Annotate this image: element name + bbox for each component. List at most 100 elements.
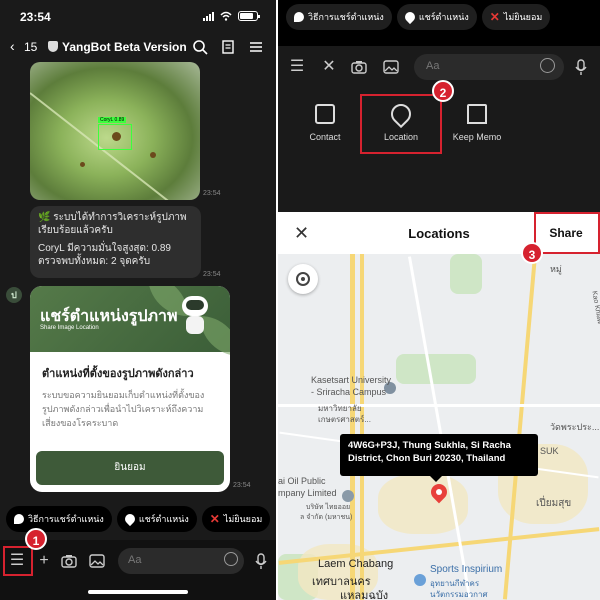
map-label: หมู่: [550, 264, 562, 274]
chat-header: ‹ 15 YangBot Beta Version: [0, 34, 276, 62]
status-bar: 23:54: [0, 0, 276, 32]
microphone-icon[interactable]: [252, 552, 270, 570]
message-input[interactable]: Aa: [414, 54, 564, 80]
input-placeholder: Aa: [426, 60, 440, 72]
map-label: นวัตกรรมอวกาศ: [430, 590, 488, 599]
quick-reply-label: วิธีการแชร์ตำแหน่ง: [308, 12, 384, 22]
map-park: [396, 354, 476, 384]
map-view[interactable]: หมู่ Kao Khiaw Kasetsart University - Sr…: [278, 254, 600, 600]
bookmark-icon: [467, 104, 487, 124]
status-icons: [203, 11, 260, 21]
robot-mascot-icon: [180, 294, 210, 338]
image-icon[interactable]: [88, 552, 106, 570]
map-label: ai Oil Public: [278, 476, 326, 486]
detection-label: CoryL 0.89: [98, 117, 127, 123]
quick-reply-label: ไม่ยินยอม: [503, 12, 543, 22]
card-title: ตำแหน่งที่ตั้งของรูปภาพดังกล่าว: [42, 368, 194, 380]
header-icons: [192, 39, 264, 55]
close-icon[interactable]: ✕: [320, 58, 338, 76]
map-label: SUK: [540, 446, 559, 456]
quick-reply-decline[interactable]: ✕ ไม่ยินยอม: [201, 506, 271, 532]
attachment-menu: Contact Location Keep Memo 2: [278, 80, 600, 212]
card-description: ระบบขอความยินยอมเก็บตำแหน่งที่ตั้งของรูป…: [42, 390, 205, 428]
map-label: Kasetsart University: [311, 375, 392, 385]
message-input[interactable]: Aa: [118, 548, 244, 574]
map-label: วัดพระประ...: [550, 422, 600, 432]
search-icon[interactable]: [192, 39, 208, 55]
camera-icon[interactable]: [60, 552, 78, 570]
bot-avatar[interactable]: ป: [6, 287, 22, 303]
highway: [502, 254, 538, 600]
quick-reply-share-location[interactable]: แชร์ตำแหน่ง: [116, 506, 197, 532]
map-label: เกษตรศาสตร์...: [318, 415, 371, 424]
menu-icon[interactable]: [248, 39, 264, 55]
leaf-analysis-image[interactable]: CoryL 0.89: [30, 62, 200, 200]
input-placeholder: Aa: [128, 554, 142, 566]
left-chat-screen: 23:54 ‹ 15 YangBot Beta Version CoryL 0.…: [0, 0, 276, 600]
card-body: ตำแหน่งที่ตั้งของรูปภาพดังกล่าว ระบบขอคว…: [30, 352, 230, 442]
highway: [350, 254, 355, 600]
my-location-button[interactable]: [288, 264, 318, 294]
detection-box: [98, 124, 132, 150]
map-label: - Sriracha Campus: [311, 387, 387, 397]
leaf-spot: [80, 162, 85, 167]
bot-message-bubble: 🌿 ระบบได้ทำการวิเคราะห์รูปภาพเรียบร้อยแล…: [30, 206, 201, 278]
menu-label: Contact: [309, 132, 341, 142]
step-badge-3: 3: [521, 242, 543, 264]
card-timestamp: 23:54: [233, 482, 251, 489]
red-x-icon: ✕: [489, 10, 500, 24]
home-indicator: [88, 590, 188, 594]
chat-title: YangBot Beta Version: [62, 40, 187, 54]
notes-icon[interactable]: [220, 39, 236, 55]
location-pin-icon: [122, 511, 137, 527]
consent-button[interactable]: ยินยอม: [36, 451, 224, 485]
signal-icon: [203, 11, 214, 21]
map-label: mpany Limited: [278, 488, 337, 498]
message-line: 🌿 ระบบได้ทำการวิเคราะห์รูปภาพเรียบร้อยแล…: [38, 212, 187, 236]
menu-contact[interactable]: Contact: [290, 104, 360, 142]
quick-reply-area: วิธีการแชร์ตำแหน่ง แชร์ตำแหน่ง ✕ ไม่ยินย…: [278, 0, 600, 46]
company-pin-icon: [342, 490, 354, 502]
banner-subtitle: Share Image Location: [40, 325, 99, 331]
map-label: Sports Inspirium: [430, 564, 503, 575]
location-pin-icon: [402, 9, 417, 25]
share-location-card: แชร์ตำแหน่งรูปภาพ Share Image Location ต…: [30, 286, 230, 492]
contact-icon: [315, 104, 335, 124]
quick-reply-label: ไม่ยินยอม: [223, 514, 263, 524]
battery-icon: [238, 11, 260, 21]
back-icon[interactable]: ‹: [10, 38, 15, 54]
card-banner: แชร์ตำแหน่งรูปภาพ Share Image Location: [30, 286, 230, 356]
highlight-menu-button: [3, 546, 33, 576]
map-label: Kao Khiaw: [590, 290, 600, 325]
quick-reply-how-to-share[interactable]: วิธีการแชร์ตำแหน่ง: [6, 506, 112, 532]
map-label: เปี่ยมสุข: [536, 498, 572, 509]
right-location-screen: วิธีการแชร์ตำแหน่ง แชร์ตำแหน่ง ✕ ไม่ยินย…: [278, 0, 600, 600]
highway: [360, 254, 364, 600]
quick-reply-share-location[interactable]: แชร์ตำแหน่ง: [396, 4, 477, 30]
address-tooltip[interactable]: 4W6G+P3J, Thung Sukhla, Si Racha Distric…: [340, 434, 538, 482]
highlight-location: [360, 94, 442, 154]
sports-pin-icon: [414, 574, 426, 586]
map-label: แหลมฉบัง: [340, 590, 389, 600]
chat-bubble-icon: [294, 12, 304, 22]
image-timestamp: 23:54: [203, 190, 221, 197]
menu-label: Keep Memo: [452, 132, 502, 142]
emoji-icon[interactable]: [224, 552, 238, 566]
menu-keep-memo[interactable]: Keep Memo: [442, 104, 512, 142]
image-icon[interactable]: [382, 58, 400, 76]
quick-reply-label: วิธีการแชร์ตำแหน่ง: [28, 514, 104, 524]
red-x-icon: ✕: [209, 512, 220, 526]
step-badge-2: 2: [432, 80, 454, 102]
map-label: ล จำกัด (มหาชน): [300, 514, 353, 521]
camera-icon[interactable]: [350, 58, 368, 76]
message-line: CoryL มีความมั่นใจสูงสุด: 0.89 ตรวจพบทั้…: [38, 243, 171, 267]
quick-reply-decline[interactable]: ✕ ไม่ยินยอม: [481, 4, 551, 30]
unread-count[interactable]: 15: [24, 40, 37, 54]
leaf-spot: [150, 152, 156, 158]
status-time: 23:54: [20, 10, 51, 24]
quick-reply-how-to-share[interactable]: วิธีการแชร์ตำแหน่ง: [286, 4, 392, 30]
menu-icon[interactable]: ☰: [288, 58, 306, 76]
emoji-icon[interactable]: [540, 58, 555, 73]
plus-icon[interactable]: +: [35, 552, 53, 570]
microphone-icon[interactable]: [572, 58, 590, 76]
